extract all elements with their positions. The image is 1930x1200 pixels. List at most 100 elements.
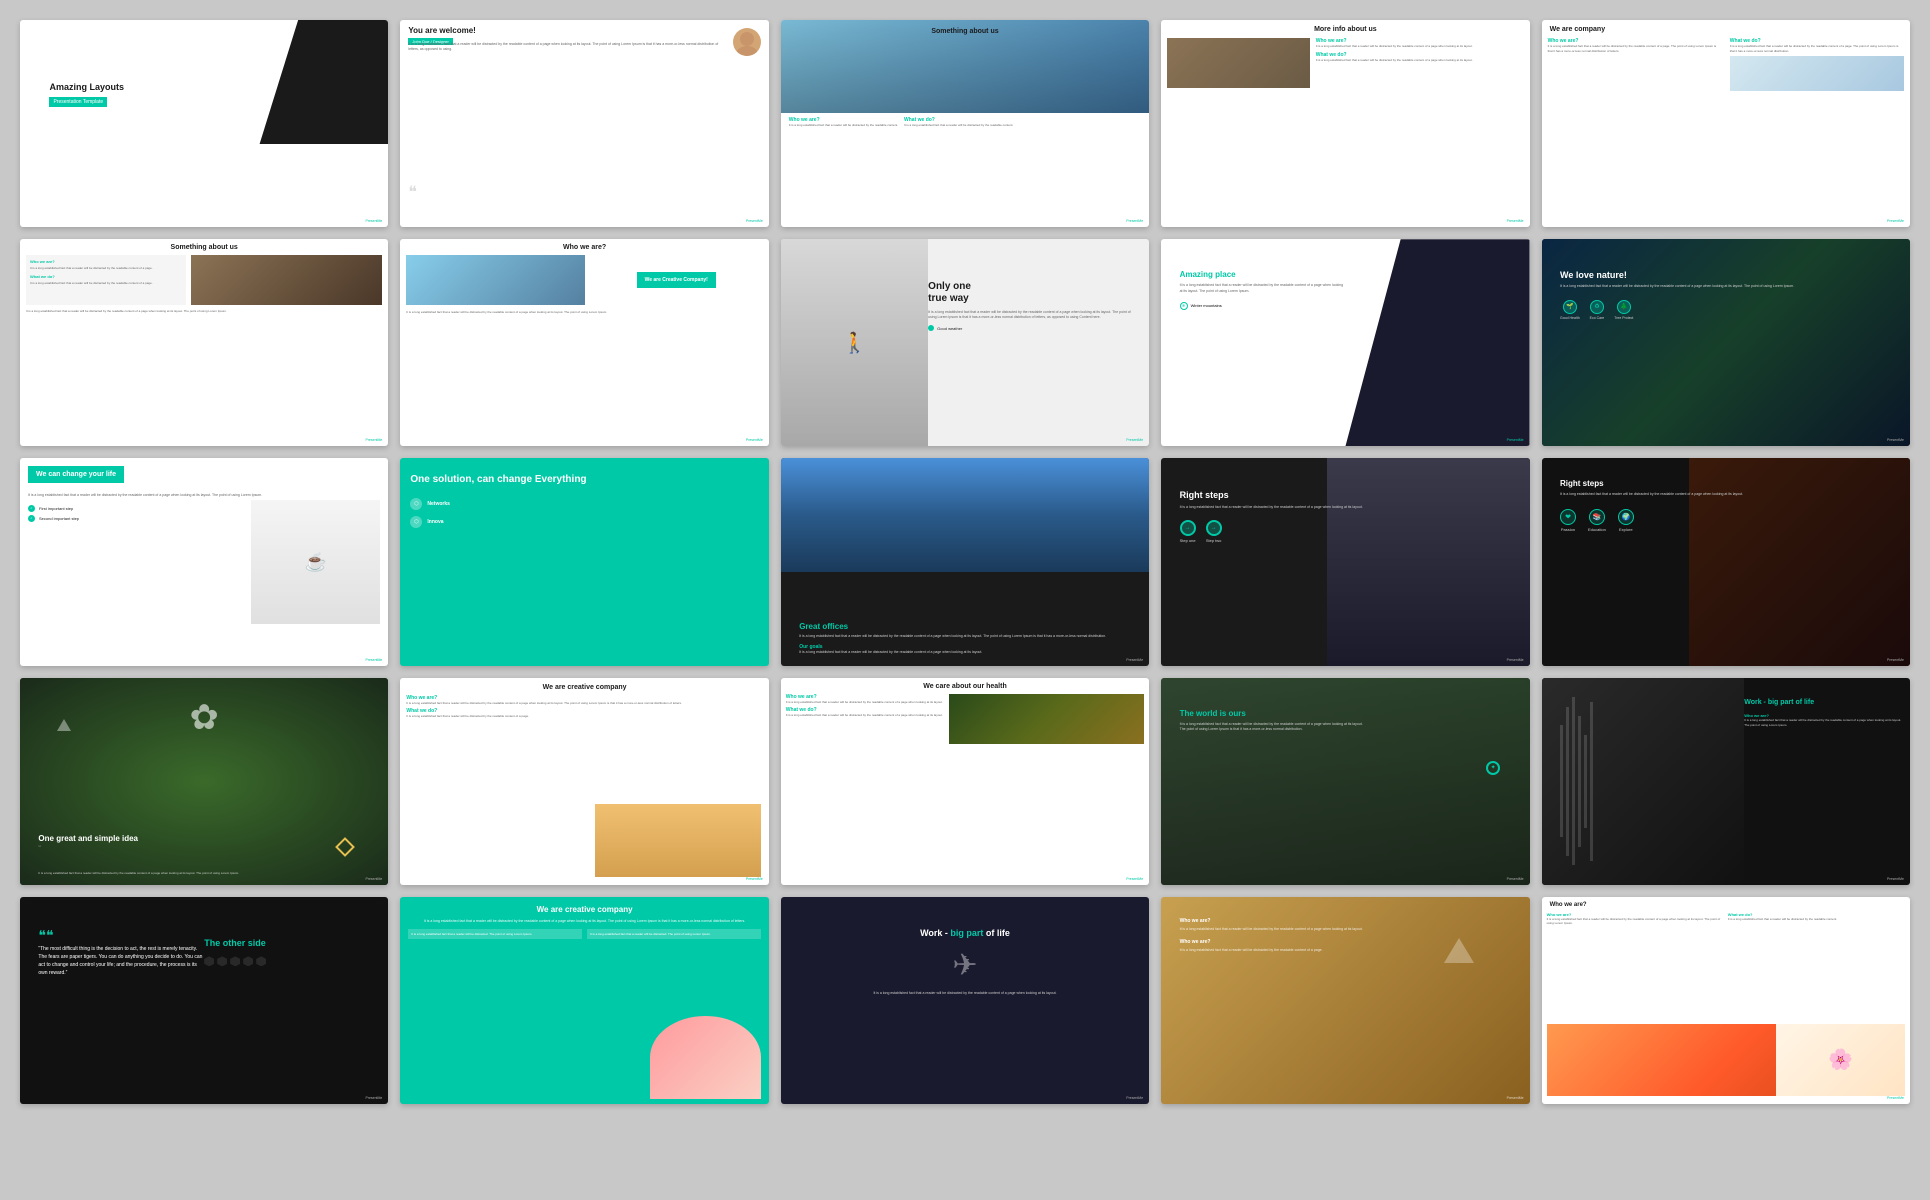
slide-7-title: Who we are? — [400, 239, 768, 253]
slide-20[interactable]: Work - big part of life Who we are? It i… — [1542, 678, 1910, 885]
slide-25[interactable]: Who we are? Who we are? It is a long est… — [1542, 897, 1910, 1104]
slide-6-brand: PresentMe — [365, 438, 382, 442]
slide-22-col1: It is a long established fact that a rea… — [411, 932, 579, 936]
slide-17-title: We are creative company — [400, 678, 768, 693]
slide-8-tag1: Good weather — [928, 325, 1131, 331]
slide-13-image — [781, 458, 1149, 572]
slide-23-content: Work - big part of life ✈ It is a long e… — [799, 928, 1131, 996]
slide-19-title: The world is ours — [1180, 709, 1364, 718]
slide-8-image: 🚶 — [781, 239, 928, 446]
slide-6-content: Who we are? It is a long established fac… — [20, 253, 388, 307]
slide-25-what-text: It is a long established fact that a rea… — [1728, 917, 1905, 921]
slide-7[interactable]: Who we are? We are Creative Company! It … — [400, 239, 768, 446]
slide-15[interactable]: Right steps It is a long established fac… — [1542, 458, 1910, 665]
slide-13-brand: PresentMe — [1126, 658, 1143, 662]
slide-6-who: Who we are? — [30, 259, 182, 264]
slide-3-title: Something about us — [931, 28, 998, 35]
slide-1-brand: PresentMe — [365, 219, 382, 223]
slide-11[interactable]: We can change your life It is a long est… — [20, 458, 388, 665]
slide-24-what-text: It is a long established fact that a rea… — [1180, 948, 1364, 953]
slide-23-brand: PresentMe — [1126, 1096, 1143, 1100]
slide-7-footer-text: It is a long established fact that a rea… — [400, 307, 768, 317]
slide-22-col2: It is a long established fact that a rea… — [590, 932, 758, 936]
slide-4-who-text: It is a long established fact that a rea… — [1316, 44, 1524, 48]
slide-10-icons: 🌱 Good Health ♻ Eco Care 🌲 Tree Protect — [1560, 300, 1892, 320]
slide-18[interactable]: We care about our health Who we are? It … — [781, 678, 1149, 885]
slide-15-content: Right steps It is a long established fac… — [1560, 479, 1892, 532]
slide-18-what-text: It is a long established fact that a rea… — [786, 713, 945, 717]
slide-24[interactable]: Who we are? It is a long established fac… — [1161, 897, 1529, 1104]
slide-10-desc: It is a long established fact that a rea… — [1560, 284, 1892, 289]
slide-6-image — [191, 255, 382, 305]
slide-6-title: Something about us — [20, 239, 388, 253]
slide-8-body: It is a long established fact that a rea… — [928, 310, 1131, 321]
slide-21-left: ❝❝ “The most difficult thing is the deci… — [38, 928, 204, 977]
slide-5-image — [1730, 56, 1904, 91]
slide-13[interactable]: Great offices It is a long established f… — [781, 458, 1149, 665]
slide-21-brand: PresentMe — [365, 1096, 382, 1100]
slide-23[interactable]: Work - big part of life ✈ It is a long e… — [781, 897, 1149, 1104]
slide-17[interactable]: We are creative company Who we are? It i… — [400, 678, 768, 885]
slide-19[interactable]: The world is ours It is a long establish… — [1161, 678, 1529, 885]
slide-16-icon: ⊟ — [38, 844, 41, 848]
slide-3[interactable]: Something about us Who we are? It is a l… — [781, 20, 1149, 227]
slide-6-what-text: It is a long established fact that a rea… — [30, 281, 182, 285]
slide-8[interactable]: 🚶 Only onetrue way It is a long establis… — [781, 239, 1149, 446]
slide-20-brand: PresentMe — [1887, 877, 1904, 881]
slide-6[interactable]: Something about us Who we are? It is a l… — [20, 239, 388, 446]
slide-22-content: It is a long established fact that a rea… — [400, 917, 768, 941]
slide-1-subtitle: Presentation Template — [49, 97, 107, 107]
slide-11-title: We can change your life — [28, 466, 124, 483]
slide-25-flower-image: 🌸 — [1776, 1024, 1905, 1097]
slide-3-what-text: It is a long established fact that a rea… — [904, 123, 1013, 127]
slide-12[interactable]: One solution, can change Everything ⬡ Ne… — [400, 458, 768, 665]
slide-14[interactable]: Right steps It is a long established fac… — [1161, 458, 1529, 665]
slide-2-brand: PresentMe — [746, 219, 763, 223]
slide-5[interactable]: We are company Who we are? It is a long … — [1542, 20, 1910, 227]
slide-20-title: Work - big part of life — [1744, 698, 1902, 707]
slide-16[interactable]: ✿ ⊟ One great and simple idea It is a lo… — [20, 678, 388, 885]
slide-4-brand: PresentMe — [1507, 219, 1524, 223]
slide-21-quote-text: “The most difficult thing is the decisio… — [38, 945, 204, 977]
slide-18-brand: PresentMe — [1126, 877, 1143, 881]
slide-1[interactable]: Amazing Layouts Presentation Template Pr… — [20, 20, 388, 227]
slide-12-content: One solution, can change Everything ⬡ Ne… — [400, 458, 768, 549]
slide-7-image — [406, 255, 584, 305]
slide-18-content: Who we are? It is a long established fac… — [781, 692, 1149, 746]
slide-22[interactable]: We are creative company It is a long est… — [400, 897, 768, 1104]
slide-5-what-text: It is a long established fact that a rea… — [1730, 44, 1904, 53]
slide-9-content: Amazing place It is a long established f… — [1180, 270, 1346, 310]
slide-4[interactable]: More info about us Who we are? It is a l… — [1161, 20, 1529, 227]
slide-9-shape — [1345, 239, 1529, 446]
slide-24-what: Who we are? — [1180, 939, 1364, 945]
slide-9-desc: It is a long established fact that a rea… — [1180, 283, 1346, 294]
slide-19-desc: It is a long established fact that a rea… — [1180, 722, 1364, 733]
slide-24-content: Who we are? It is a long established fac… — [1180, 918, 1364, 954]
slide-11-image: ☕ — [251, 500, 380, 624]
slide-20-who-text: It is a long established fact that a rea… — [1744, 718, 1902, 727]
slide-10[interactable]: We love nature! It is a long established… — [1542, 239, 1910, 446]
slide-14-content: Right steps It is a long established fac… — [1180, 490, 1364, 543]
slide-8-title: Only onetrue way — [928, 281, 1131, 305]
slide-21-quote-icon: ❝❝ — [38, 928, 204, 942]
slide-2-body: It is a long established fact that a rea… — [408, 42, 723, 52]
slide-13-content: Great offices It is a long established f… — [799, 622, 1131, 656]
slide-14-steps: → Step one → Step two — [1180, 520, 1364, 543]
slide-1-title: Amazing Layouts — [49, 82, 124, 94]
slide-22-body: It is a long established fact that a rea… — [408, 919, 760, 924]
slide-18-title: We care about our health — [781, 678, 1149, 692]
slide-25-brand: PresentMe — [1887, 1096, 1904, 1100]
slide-21[interactable]: ❝❝ “The most difficult thing is the deci… — [20, 897, 388, 1104]
slide-8-brand: PresentMe — [1126, 438, 1143, 442]
slide-20-lines — [1560, 688, 1726, 874]
slide-9[interactable]: Amazing place It is a long established f… — [1161, 239, 1529, 446]
slide-25-content: Who we are? It is a long established fac… — [1542, 910, 1910, 927]
slide-7-content: We are Creative Company! — [400, 253, 768, 307]
slide-3-content: Who we are? It is a long established fac… — [781, 113, 1149, 131]
slide-17-who-text: It is a long established fact that a rea… — [406, 701, 762, 705]
slide-1-shape — [259, 20, 388, 144]
slide-20-content: Work - big part of life Who we are? It i… — [1744, 698, 1902, 727]
slide-18-who-text: It is a long established fact that a rea… — [786, 700, 945, 704]
slide-13-desc: It is a long established fact that a rea… — [799, 634, 1131, 639]
slide-2[interactable]: You are welcome! John Doe / Designer It … — [400, 20, 768, 227]
